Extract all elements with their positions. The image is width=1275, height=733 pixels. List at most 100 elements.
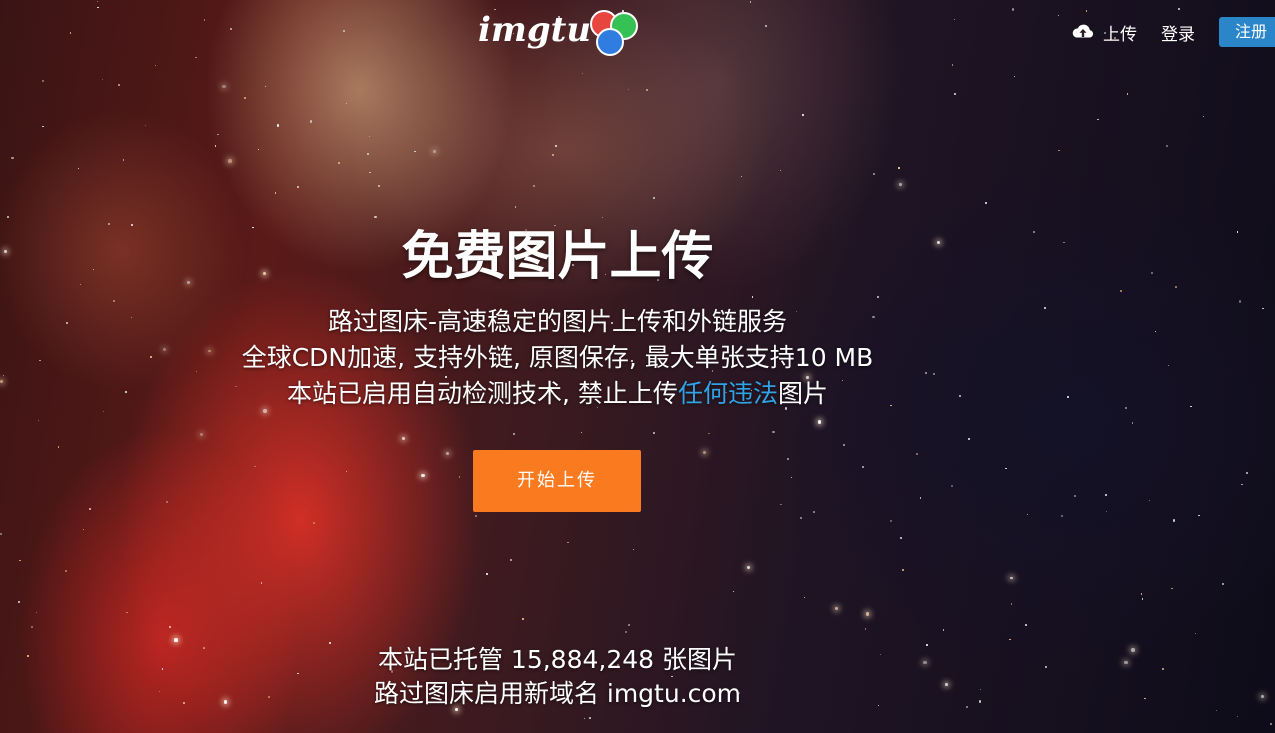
star-dot <box>1241 483 1243 486</box>
star-dot <box>222 85 226 89</box>
star-dot <box>834 606 838 611</box>
star-dot <box>30 626 33 629</box>
star-dot <box>446 452 450 456</box>
star-dot <box>513 432 516 435</box>
star-dot <box>515 206 517 208</box>
star-dot <box>1014 75 1016 78</box>
star-dot <box>122 159 125 161</box>
cloud-upload-icon <box>1072 24 1094 38</box>
star-dot <box>1144 698 1146 700</box>
star-dot <box>1010 576 1013 580</box>
star-dot <box>1010 603 1013 605</box>
nav-login-link[interactable]: 登录 <box>1161 20 1195 45</box>
star-dot <box>625 631 628 634</box>
star-dot <box>69 32 72 34</box>
star-dot <box>195 56 197 59</box>
star-dot <box>653 196 656 199</box>
star-dot <box>458 476 461 478</box>
star-dot <box>77 167 80 170</box>
star-dot <box>567 541 569 544</box>
star-dot <box>1197 514 1200 517</box>
star-dot <box>1005 467 1007 470</box>
start-upload-button[interactable]: 开始上传 <box>473 450 641 512</box>
star-dot <box>96 1 98 3</box>
star-dot <box>346 470 348 472</box>
star-dot <box>1131 422 1134 425</box>
star-dot <box>919 497 921 499</box>
star-dot <box>646 88 649 92</box>
star-dot <box>421 473 426 478</box>
star-dot <box>813 511 815 514</box>
star-dot <box>1009 638 1011 641</box>
star-dot <box>951 485 954 488</box>
star-dot <box>18 600 21 603</box>
star-dot <box>915 453 918 455</box>
star-dot <box>57 446 59 448</box>
nav-register-button[interactable]: 注册 <box>1219 17 1275 47</box>
nav-upload-label: 上传 <box>1103 24 1137 45</box>
star-dot <box>740 175 742 177</box>
star-dot <box>627 88 630 91</box>
star-dot <box>1124 660 1128 665</box>
logo-circles-icon <box>590 10 640 56</box>
star-dot <box>628 624 631 627</box>
star-dot <box>377 185 380 188</box>
star-dot <box>101 78 104 80</box>
star-dot <box>703 451 707 455</box>
star-dot <box>1027 514 1029 516</box>
star-dot <box>199 432 203 436</box>
star-dot <box>898 167 900 169</box>
star-dot <box>1239 300 1242 303</box>
star-dot <box>475 515 477 517</box>
star-dot <box>749 1 752 3</box>
star-dot <box>1104 493 1107 496</box>
star-dot <box>779 503 782 506</box>
star-dot <box>747 565 750 569</box>
site-logo[interactable]: imgtu <box>478 8 643 58</box>
star-dot <box>751 296 754 298</box>
star-dot <box>1120 289 1123 292</box>
star-dot <box>1060 515 1063 517</box>
star-dot <box>1237 715 1239 717</box>
star-dot <box>1124 406 1128 410</box>
hosted-count-line: 本站已托管 15,884,248 张图片 <box>0 643 1115 677</box>
star-dot <box>1269 723 1272 726</box>
star-dot <box>1086 10 1088 12</box>
star-dot <box>230 28 233 31</box>
logo-text: imgtu <box>478 10 592 50</box>
star-dot <box>779 169 782 172</box>
star-dot <box>97 6 99 9</box>
logo-blue-circle <box>596 28 624 56</box>
star-dot <box>42 79 45 82</box>
star-dot <box>38 420 40 422</box>
star-dot <box>533 184 536 187</box>
star-dot <box>0 533 3 536</box>
star-dot <box>338 162 340 164</box>
star-dot <box>169 625 172 628</box>
star-dot <box>1141 598 1143 600</box>
star-dot <box>367 153 370 156</box>
nav-upload-link[interactable]: 上传 <box>1071 20 1137 45</box>
star-dot <box>653 431 655 434</box>
star-dot <box>843 443 846 446</box>
star-dot <box>873 173 875 175</box>
star-dot <box>1166 145 1169 148</box>
page-background: imgtu 上传 登录 注册 免费图片上传 路过图床-高速稳定的图片上传和外链服… <box>0 0 1275 733</box>
star-dot <box>345 102 347 104</box>
star-dot <box>1194 633 1197 635</box>
star-dot <box>126 611 128 614</box>
hero-line-2: 全球CDN加速, 支持外链, 原图保存, 最大单张支持10 MB <box>241 343 874 372</box>
star-dot <box>555 145 557 147</box>
star-dot <box>799 516 802 520</box>
star-dot <box>485 573 488 576</box>
star-dot <box>632 549 635 551</box>
star-dot <box>1174 286 1177 288</box>
star-dot <box>258 148 260 151</box>
star-dot <box>1097 118 1099 120</box>
star-dot <box>1222 583 1225 586</box>
star-dot <box>1245 472 1248 475</box>
star-dot <box>214 145 217 147</box>
star-dot <box>733 591 735 593</box>
star-dot <box>254 465 256 468</box>
star-dot <box>1131 648 1135 652</box>
